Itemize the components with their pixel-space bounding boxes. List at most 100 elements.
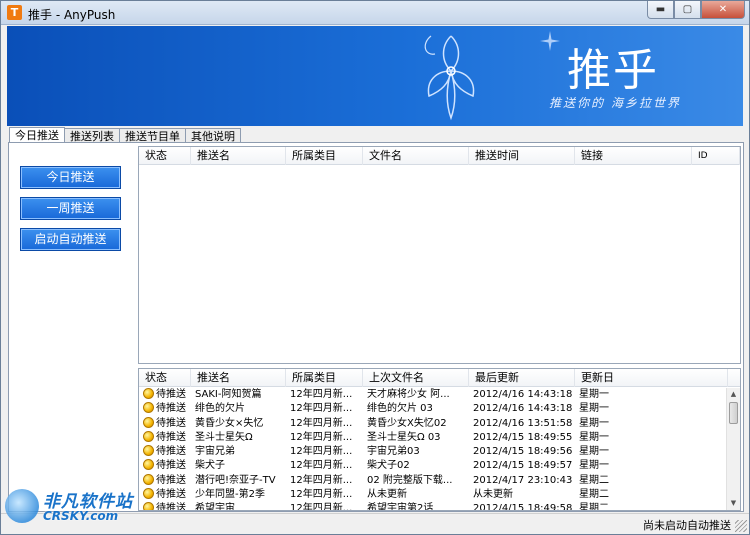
header-banner: 推乎 推送你的 海乡拉世界 xyxy=(7,26,743,126)
table-row[interactable]: 待推送 柴犬子 12年四月新... 柴犬子02 2012/4/15 18:49:57 星期… xyxy=(139,459,726,473)
table-row[interactable]: 待推送 少年同盟-第2季 12年四月新... 从未更新 从未更新 星期二 xyxy=(139,488,726,502)
tab-other-notes[interactable]: 其他说明 xyxy=(185,128,241,143)
pending-status-icon xyxy=(143,502,154,510)
scroll-down-icon[interactable]: ▼ xyxy=(727,497,740,510)
pending-status-icon xyxy=(143,459,154,471)
table-cell: 2012/4/17 23:10:43 xyxy=(473,474,573,486)
column-header[interactable]: 推送名 xyxy=(191,147,286,165)
column-header[interactable]: 推送时间 xyxy=(469,147,575,165)
banner-slogan: 推送你的 海乡拉世界 xyxy=(549,96,681,110)
table-cell: 2012/4/16 13:51:58 xyxy=(473,417,573,429)
table-row[interactable]: 待推送 希望宇宙 12年四月新... 希望宇宙第2话 2012/4/15 18:49:5… xyxy=(139,502,726,511)
maximize-button[interactable]: ▢ xyxy=(674,1,701,19)
status-cell: 待推送 xyxy=(139,488,191,502)
table-cell: 12年四月新... xyxy=(290,389,353,400)
table-row[interactable]: 待推送 潜行吧!奈亚子-TV 12年四月新... 02 附完整版下载... 2012/4… xyxy=(139,473,726,488)
table-cell: 2012/4/16 14:43:18 xyxy=(473,389,573,400)
table-cell: 星期二 xyxy=(579,489,609,501)
app-window: T 推手 - AnyPush ▬ ▢ ✕ 推乎 推送你的 海乡拉世界 今日推送 … xyxy=(0,0,750,535)
column-header[interactable]: 文件名 xyxy=(363,147,469,165)
column-header[interactable]: 最后更新 xyxy=(469,369,575,387)
table-cell: 黄昏少女X失忆02 xyxy=(367,417,447,429)
column-header[interactable]: ID xyxy=(692,147,740,165)
table-cell: 希望宇宙 xyxy=(195,503,235,511)
status-cell: 待推送 xyxy=(139,430,191,445)
tab-today-push[interactable]: 今日推送 xyxy=(9,127,65,143)
flower-decoration-icon xyxy=(424,35,475,121)
column-header[interactable]: 更新日 xyxy=(575,369,728,387)
column-header[interactable]: 链接 xyxy=(575,147,692,165)
today-push-table[interactable]: 状态 推送名 所属类目 文件名 推送时间 链接 ID xyxy=(138,146,741,364)
status-cell: 待推送 xyxy=(139,402,191,416)
title-bar[interactable]: T 推手 - AnyPush ▬ ▢ ✕ xyxy=(1,1,749,25)
status-cell: 待推送 xyxy=(139,416,191,431)
start-auto-push-button[interactable]: 启动自动推送 xyxy=(20,228,121,251)
table-cell: 12年四月新... xyxy=(290,431,353,443)
close-button[interactable]: ✕ xyxy=(701,1,745,19)
table-cell: 12年四月新... xyxy=(290,403,353,415)
table-cell: SAKI-阿知贺篇 xyxy=(195,389,262,400)
table-cell: 12年四月新... xyxy=(290,460,353,472)
table-row[interactable]: 待推送 黄昏少女×失忆 12年四月新... 黄昏少女X失忆02 2012/4/16 13… xyxy=(139,416,726,431)
table-cell: 12年四月新... xyxy=(290,503,353,511)
sparkle-decoration-icon xyxy=(540,31,560,51)
table-cell: 绯色的欠片 03 xyxy=(367,403,433,415)
pending-status-icon xyxy=(143,445,154,457)
table-cell: 潜行吧!奈亚子-TV xyxy=(195,474,276,486)
table-row[interactable]: 待推送 绯色的欠片 12年四月新... 绯色的欠片 03 2012/4/16 14:43… xyxy=(139,402,726,416)
table-cell: 星期一 xyxy=(579,403,609,415)
close-icon: ✕ xyxy=(718,4,728,15)
table-cell: 从未更新 xyxy=(473,489,513,501)
table-cell: 2012/4/15 18:49:56 xyxy=(473,446,573,458)
pending-status-icon xyxy=(143,388,154,399)
table-cell: 星期一 xyxy=(579,460,609,472)
table-cell: 星期一 xyxy=(579,431,609,443)
status-label: 待推送 xyxy=(156,446,186,458)
table-row[interactable]: 待推送 SAKI-阿知贺篇 12年四月新... 天才麻将少女 阿... 2012/4/1… xyxy=(139,388,726,402)
table-cell: 圣斗士星矢Ω xyxy=(195,431,253,443)
column-header[interactable]: 状态 xyxy=(139,369,191,387)
table-cell: 黄昏少女×失忆 xyxy=(195,417,264,429)
table-cell: 12年四月新... xyxy=(290,474,353,486)
table-cell: 柴犬子02 xyxy=(367,460,410,472)
status-label: 待推送 xyxy=(156,474,186,486)
status-cell: 待推送 xyxy=(139,445,191,459)
resize-grip-icon[interactable] xyxy=(735,520,747,532)
minimize-button[interactable]: ▬ xyxy=(647,1,674,19)
column-header[interactable]: 上次文件名 xyxy=(363,369,469,387)
vertical-scrollbar[interactable]: ▲ ▼ xyxy=(726,388,740,510)
auto-push-status: 尚未启动自动推送 xyxy=(643,519,731,532)
watermark-logo-icon xyxy=(5,489,39,523)
tab-push-list[interactable]: 推送列表 xyxy=(64,128,120,143)
status-label: 待推送 xyxy=(156,431,186,443)
column-header[interactable]: 所属类目 xyxy=(286,147,363,165)
scroll-thumb[interactable] xyxy=(729,402,738,424)
today-push-button[interactable]: 今日推送 xyxy=(20,166,121,189)
column-header[interactable]: 所属类目 xyxy=(286,369,363,387)
tab-push-schedule[interactable]: 推送节目单 xyxy=(119,128,186,143)
table-cell: 星期二 xyxy=(579,474,609,486)
status-label: 待推送 xyxy=(156,460,186,472)
table-row[interactable]: 待推送 宇宙兄弟 12年四月新... 宇宙兄弟03 2012/4/15 18:49:56… xyxy=(139,445,726,459)
column-header[interactable]: 状态 xyxy=(139,147,191,165)
column-header[interactable]: 推送名 xyxy=(191,369,286,387)
tab-content-panel: 今日推送 一周推送 启动自动推送 状态 推送名 所属类目 文件名 推送时间 链接… xyxy=(8,142,744,512)
pending-status-icon xyxy=(143,430,154,442)
table-cell: 希望宇宙第2话 xyxy=(367,503,434,511)
table-cell: 绯色的欠片 xyxy=(195,403,245,415)
week-push-button[interactable]: 一周推送 xyxy=(20,197,121,220)
window-controls: ▬ ▢ ✕ xyxy=(647,1,745,20)
table-cell: 星期一 xyxy=(579,417,609,429)
table-cell: 天才麻将少女 阿... xyxy=(367,389,450,400)
status-cell: 待推送 xyxy=(139,459,191,473)
scroll-up-icon[interactable]: ▲ xyxy=(727,388,740,401)
push-status-table[interactable]: 状态 推送名 所属类目 上次文件名 最后更新 更新日 待推送 SAKI-阿知贺篇 1… xyxy=(138,368,741,511)
table-cell: 柴犬子 xyxy=(195,460,225,472)
table-header: 状态 推送名 所属类目 文件名 推送时间 链接 ID xyxy=(139,147,740,165)
table-row[interactable]: 待推送 圣斗士星矢Ω 12年四月新... 圣斗士星矢Ω 03 2012/4/15 18:… xyxy=(139,430,726,445)
status-cell: 待推送 xyxy=(139,473,191,488)
pending-status-icon xyxy=(143,488,154,500)
table-cell: 宇宙兄弟 xyxy=(195,446,235,458)
table-cell: 从未更新 xyxy=(367,489,407,501)
table-cell: 圣斗士星矢Ω 03 xyxy=(367,431,441,443)
